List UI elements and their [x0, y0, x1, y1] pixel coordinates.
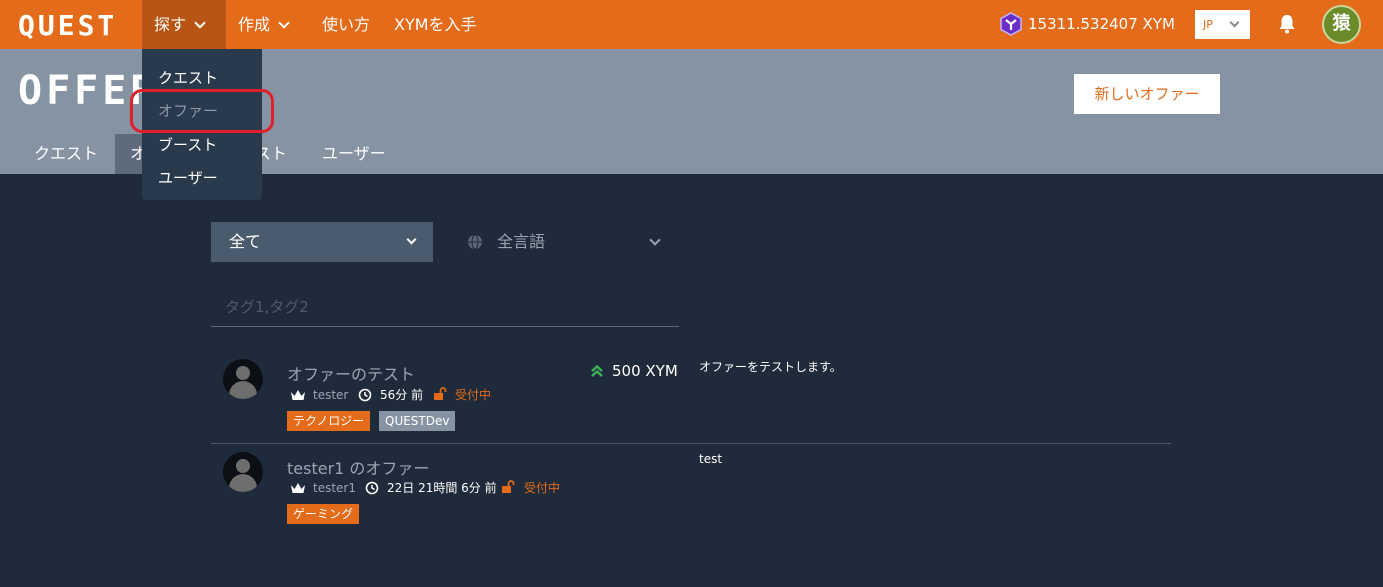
highlight-annotation	[130, 89, 274, 133]
nav-create[interactable]: 作成	[238, 0, 290, 49]
offer-time: 56分 前	[380, 388, 424, 402]
unlock-icon	[502, 480, 515, 493]
new-offer-button[interactable]: 新しいオファー	[1074, 74, 1220, 114]
subtab-quest[interactable]: クエスト	[34, 134, 98, 174]
language-filter-select[interactable]: 全言語	[467, 222, 679, 262]
tag-gaming[interactable]: ゲーミング	[287, 504, 360, 524]
crown-icon	[291, 390, 305, 400]
nav-get-xym[interactable]: XYMを入手	[394, 0, 477, 49]
chevron-down-icon	[194, 17, 206, 29]
nav-explore-label: 探す	[154, 15, 187, 34]
tag-technology[interactable]: テクノロジー	[287, 411, 371, 431]
crown-icon	[291, 483, 305, 493]
unlock-icon	[434, 387, 447, 400]
clock-icon	[365, 481, 379, 495]
dropdown-item-boost[interactable]: ブースト	[158, 134, 217, 155]
category-filter-value: 全て	[229, 232, 262, 251]
offer-description: オファーをテストします。	[699, 360, 842, 374]
offer-reward: 500 XYM	[612, 362, 678, 380]
avatar-glyph: 猿	[1332, 13, 1351, 34]
list-divider	[211, 443, 1171, 444]
chevron-down-icon	[406, 234, 417, 245]
tag-search-input[interactable]: タグ1,タグ2	[211, 290, 679, 327]
subtab-user[interactable]: ユーザー	[322, 134, 386, 174]
offer-title[interactable]: オファーのテスト	[287, 361, 415, 385]
offer-time: 22日 21時間 6分 前	[387, 481, 497, 495]
logo[interactable]: QUEST	[18, 9, 117, 42]
user-avatar[interactable]: 猿	[1322, 5, 1361, 44]
dropdown-item-quest[interactable]: クエスト	[158, 67, 218, 88]
offer-user[interactable]: tester1	[313, 480, 356, 496]
offer-user[interactable]: tester	[313, 387, 348, 403]
top-navbar: QUEST 探す 作成 使い方 XYMを入手 15311.532407 XYM …	[0, 0, 1383, 49]
clock-icon	[358, 388, 372, 402]
nav-create-label: 作成	[238, 15, 271, 34]
avatar-head-shape	[236, 459, 250, 473]
avatar-body-shape	[229, 381, 257, 399]
nav-howto[interactable]: 使い方	[322, 0, 370, 49]
globe-icon	[468, 234, 482, 250]
avatar-head-shape	[236, 366, 250, 380]
language-value: JP	[1203, 18, 1213, 31]
offer-description: test	[699, 452, 723, 466]
chevron-down-icon	[278, 17, 290, 29]
nav-explore[interactable]: 探す	[142, 0, 226, 49]
avatar[interactable]	[223, 452, 263, 492]
wallet-balance: 15311.532407 XYM	[1028, 15, 1175, 33]
symbol-logo-icon	[1000, 12, 1022, 36]
offer-status: 受付中	[455, 388, 492, 402]
bell-icon[interactable]	[1275, 12, 1299, 36]
language-filter-value: 全言語	[497, 232, 546, 251]
offer-title[interactable]: tester1 のオファー	[287, 455, 429, 479]
dropdown-item-user[interactable]: ユーザー	[158, 167, 218, 188]
chevron-down-icon	[649, 234, 661, 246]
offer-status: 受付中	[524, 481, 561, 495]
avatar[interactable]	[223, 359, 263, 399]
tag-questdev[interactable]: QUESTDev	[379, 411, 456, 431]
avatar-body-shape	[229, 474, 257, 492]
category-filter-select[interactable]: 全て	[211, 222, 433, 262]
chevron-down-icon	[1229, 17, 1240, 28]
double-chevron-up-icon	[591, 364, 603, 377]
language-select[interactable]: JP	[1195, 10, 1250, 39]
